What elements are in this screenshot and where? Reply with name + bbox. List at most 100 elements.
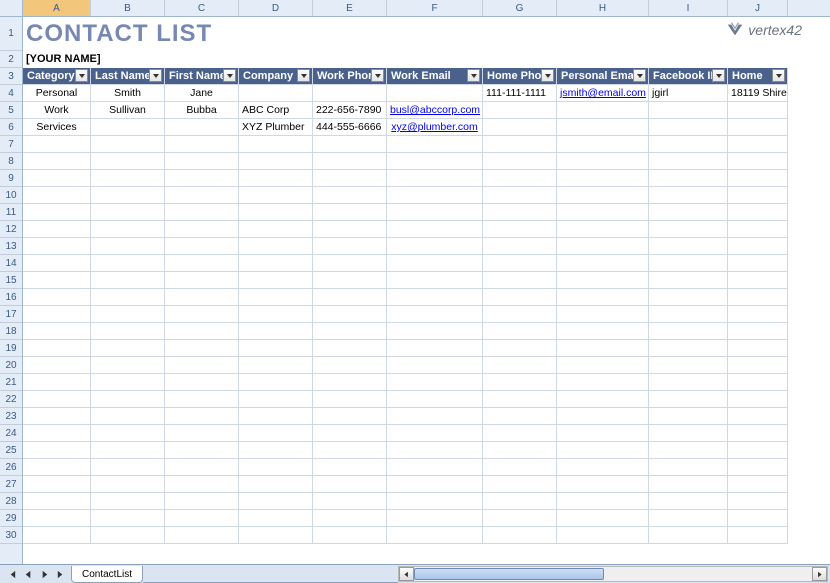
cell[interactable] [313, 425, 387, 442]
cell[interactable] [387, 238, 483, 255]
subtitle[interactable]: [YOUR NAME] [23, 51, 91, 68]
cell[interactable] [483, 374, 557, 391]
table-cell[interactable]: jsmith@email.com [557, 85, 649, 102]
table-cell[interactable]: 444-555-6666 [313, 119, 387, 136]
cell[interactable] [728, 255, 788, 272]
table-cell[interactable]: 111-111-1111 [483, 85, 557, 102]
cell[interactable] [387, 272, 483, 289]
cell[interactable] [649, 323, 728, 340]
cell[interactable] [483, 306, 557, 323]
cell[interactable] [313, 204, 387, 221]
table-cell[interactable]: Work [23, 102, 91, 119]
cell[interactable] [649, 476, 728, 493]
cell[interactable] [239, 289, 313, 306]
cell[interactable] [91, 459, 165, 476]
scroll-thumb[interactable] [414, 568, 604, 580]
row-header-4[interactable]: 4 [0, 85, 22, 102]
cell[interactable] [165, 425, 239, 442]
filter-dropdown-icon[interactable] [223, 69, 236, 82]
row-header-13[interactable]: 13 [0, 238, 22, 255]
column-header-B[interactable]: B [91, 0, 165, 16]
table-cell[interactable] [239, 85, 313, 102]
filter-dropdown-icon[interactable] [712, 69, 725, 82]
cell[interactable] [23, 476, 91, 493]
cell[interactable] [483, 357, 557, 374]
cell[interactable] [728, 476, 788, 493]
cell[interactable] [649, 425, 728, 442]
cell[interactable] [557, 51, 649, 68]
cell[interactable] [165, 153, 239, 170]
cell[interactable] [387, 510, 483, 527]
cell[interactable] [165, 136, 239, 153]
cell[interactable] [23, 527, 91, 544]
cell[interactable] [387, 153, 483, 170]
cell[interactable] [91, 476, 165, 493]
row-header-14[interactable]: 14 [0, 255, 22, 272]
cell[interactable] [649, 306, 728, 323]
cell[interactable] [239, 323, 313, 340]
cell[interactable] [649, 408, 728, 425]
cell[interactable] [313, 340, 387, 357]
cell[interactable] [91, 153, 165, 170]
cell[interactable] [387, 289, 483, 306]
cell[interactable] [313, 272, 387, 289]
cell[interactable] [557, 238, 649, 255]
table-cell[interactable] [728, 102, 788, 119]
cell[interactable] [728, 459, 788, 476]
cell[interactable] [91, 272, 165, 289]
cell[interactable] [649, 357, 728, 374]
table-cell[interactable]: Sullivan [91, 102, 165, 119]
table-cell[interactable] [387, 85, 483, 102]
cell[interactable] [23, 510, 91, 527]
table-cell[interactable]: xyz@plumber.com [387, 119, 483, 136]
cell[interactable] [239, 425, 313, 442]
cell[interactable] [313, 238, 387, 255]
row-header-20[interactable]: 20 [0, 357, 22, 374]
table-cell[interactable] [165, 119, 239, 136]
cell[interactable] [313, 323, 387, 340]
cell[interactable] [387, 374, 483, 391]
cell[interactable] [557, 136, 649, 153]
cell[interactable] [387, 476, 483, 493]
table-cell[interactable]: Bubba [165, 102, 239, 119]
cell[interactable] [483, 340, 557, 357]
table-header-first-name[interactable]: First Name [165, 68, 239, 85]
cell[interactable] [649, 391, 728, 408]
table-cell[interactable]: Smith [91, 85, 165, 102]
cell[interactable] [313, 391, 387, 408]
cell[interactable] [239, 170, 313, 187]
table-header-category[interactable]: Category [23, 68, 91, 85]
cell[interactable] [557, 459, 649, 476]
table-cell[interactable] [313, 85, 387, 102]
cell[interactable] [23, 272, 91, 289]
cell[interactable] [239, 187, 313, 204]
cell[interactable] [313, 357, 387, 374]
table-header-home[interactable]: Home [728, 68, 788, 85]
page-title[interactable]: CONTACT LIST [23, 17, 91, 51]
cell[interactable] [239, 493, 313, 510]
cell[interactable] [387, 527, 483, 544]
cell[interactable] [557, 289, 649, 306]
cell[interactable] [557, 476, 649, 493]
cell[interactable] [165, 204, 239, 221]
cell[interactable] [649, 51, 728, 68]
cell[interactable] [91, 238, 165, 255]
column-header-H[interactable]: H [557, 0, 649, 16]
cell[interactable] [649, 187, 728, 204]
cell[interactable] [23, 374, 91, 391]
cell[interactable] [728, 187, 788, 204]
table-cell[interactable]: 222-656-7890 [313, 102, 387, 119]
cell[interactable] [483, 204, 557, 221]
cell[interactable] [91, 425, 165, 442]
cell[interactable] [483, 272, 557, 289]
cell[interactable] [728, 136, 788, 153]
cell[interactable] [165, 374, 239, 391]
cell[interactable] [91, 17, 165, 51]
cell[interactable] [557, 221, 649, 238]
cell[interactable] [313, 51, 387, 68]
cell[interactable] [23, 306, 91, 323]
cell[interactable] [91, 391, 165, 408]
cell[interactable] [557, 340, 649, 357]
cell[interactable] [165, 289, 239, 306]
cell[interactable] [91, 374, 165, 391]
